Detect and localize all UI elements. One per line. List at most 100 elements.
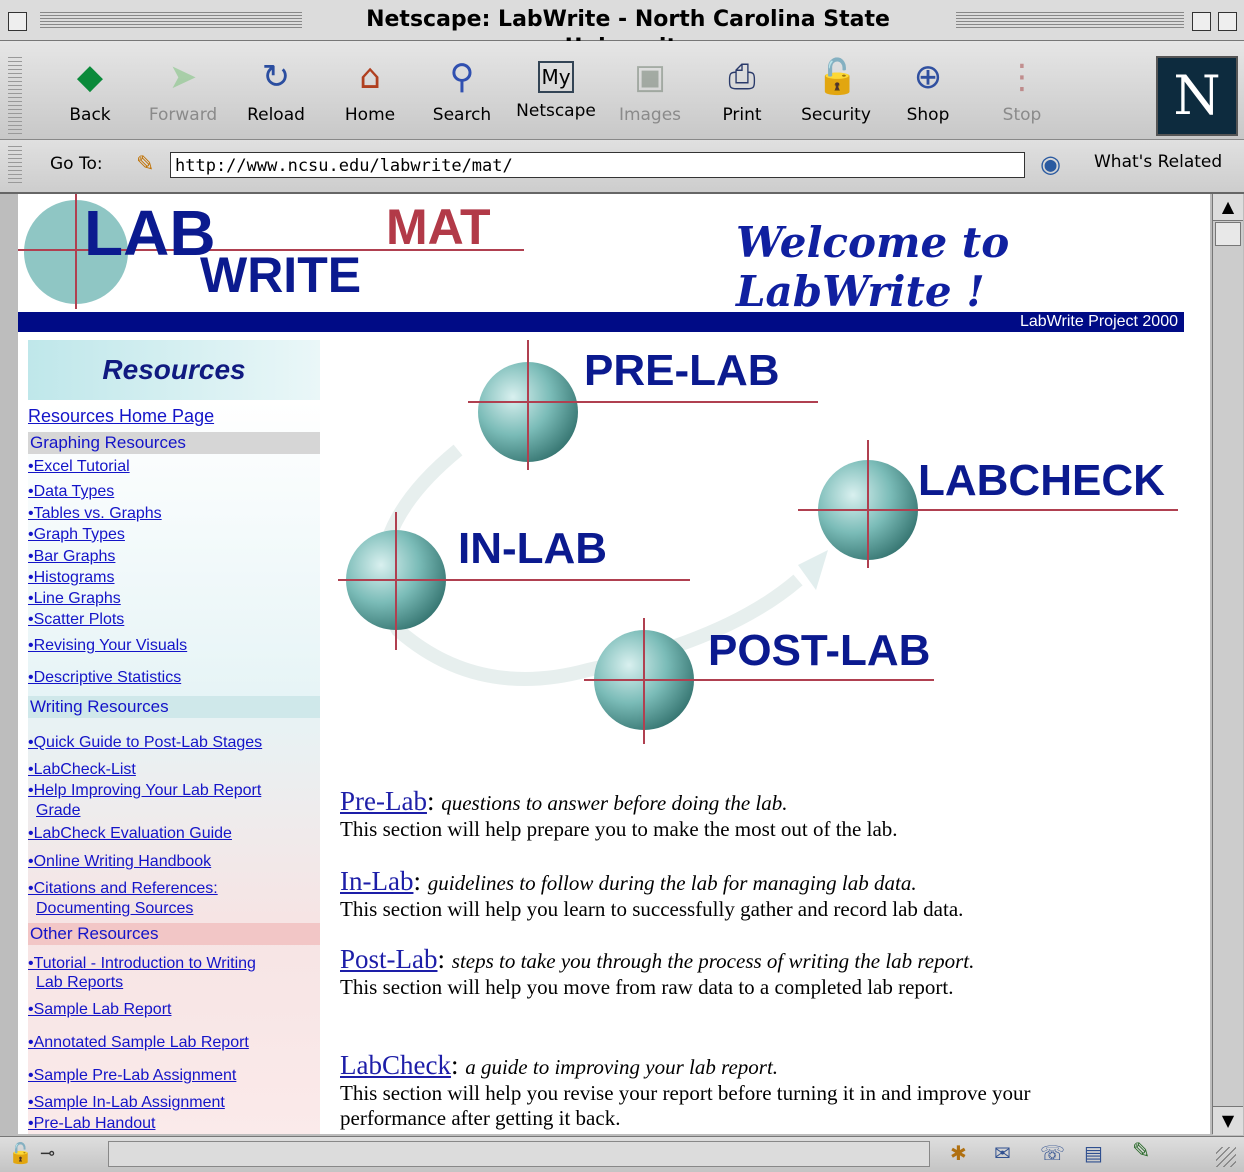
location-bar: Go To: ✎ http://www.ncsu.edu/labwrite/ma… xyxy=(0,140,1244,194)
labcheck-body: This section will help you revise your r… xyxy=(340,1081,1031,1130)
shop-label: Shop xyxy=(906,105,950,125)
resize-grip-icon[interactable] xyxy=(1216,1147,1236,1167)
whats-related-icon[interactable]: ◉ xyxy=(1040,150,1061,178)
sample-inlab-link[interactable]: •Sample In-Lab Assignment xyxy=(28,1094,225,1112)
stop-light-icon: ⋮ xyxy=(1005,57,1039,97)
prelab-diagram-label[interactable]: PRE-LAB xyxy=(584,346,780,396)
histograms-link[interactable]: •Histograms xyxy=(28,569,115,587)
graphing-resources-header[interactable]: Graphing Resources xyxy=(28,432,320,454)
discussions-component-icon[interactable]: ☏ xyxy=(1040,1141,1065,1165)
inlab-link[interactable]: In-Lab xyxy=(340,866,413,896)
composer-component-icon[interactable]: ▤ xyxy=(1084,1141,1103,1165)
my-netscape-button[interactable]: My Netscape xyxy=(514,51,598,135)
help-improving-grade-link-cont[interactable]: Grade xyxy=(36,802,80,820)
writing-resources-header[interactable]: Writing Resources xyxy=(28,696,320,718)
shop-button[interactable]: ⊕ Shop xyxy=(886,51,970,135)
prelab-description: questions to answer before doing the lab… xyxy=(441,791,788,815)
postlab-description: steps to take you through the process of… xyxy=(451,949,975,973)
tutorial-lab-reports-link[interactable]: Lab Reports xyxy=(36,974,123,992)
forward-button[interactable]: ➤ Forward xyxy=(141,51,225,135)
excel-tutorial-link[interactable]: •Excel Tutorial xyxy=(28,458,130,476)
home-button[interactable]: ⌂ Home xyxy=(328,51,412,135)
sample-prelab-link[interactable]: •Sample Pre-Lab Assignment xyxy=(28,1067,236,1085)
quick-guide-link[interactable]: •Quick Guide to Post-Lab Stages xyxy=(28,734,262,752)
resources-title: Resources xyxy=(102,354,246,385)
print-button[interactable]: ⎙ Print xyxy=(700,51,784,135)
netscape-label: Netscape xyxy=(516,101,596,121)
line-graphs-link[interactable]: •Line Graphs xyxy=(28,590,121,608)
other-resources-header[interactable]: Other Resources xyxy=(28,923,320,945)
navigation-toolbar: ◆ Back ➤ Forward ↻ Reload ⌂ Home ⚲ Search My N… xyxy=(0,41,1244,140)
scroll-thumb[interactable] xyxy=(1215,222,1241,246)
security-button[interactable]: 🔓 Security xyxy=(794,51,878,135)
print-label: Print xyxy=(722,105,762,125)
edit-page-icon[interactable]: ✎ xyxy=(1132,1139,1150,1164)
labcheck-diagram-label[interactable]: LABCHECK xyxy=(918,456,1165,506)
resources-home-link[interactable]: Resources Home Page xyxy=(28,406,214,427)
whats-related-button[interactable]: What's Related xyxy=(1094,152,1222,172)
prelab-section: Pre-Lab: questions to answer before doin… xyxy=(340,786,1180,842)
scatter-plots-link[interactable]: •Scatter Plots xyxy=(28,611,124,629)
url-input[interactable]: http://www.ncsu.edu/labwrite/mat/ xyxy=(170,152,1025,178)
labcheck-link[interactable]: LabCheck xyxy=(340,1050,451,1080)
tables-vs-graphs-link[interactable]: •Tables vs. Graphs xyxy=(28,505,162,523)
window-title: Netscape: LabWrite - North Carolina Stat… xyxy=(302,6,954,60)
bar-graphs-link[interactable]: •Bar Graphs xyxy=(28,548,115,566)
lock-icon: 🔓 xyxy=(816,57,859,97)
inlab-diagram-label[interactable]: IN-LAB xyxy=(458,524,607,574)
stop-button[interactable]: ⋮ Stop xyxy=(980,51,1064,135)
back-arrow-icon: ◆ xyxy=(76,57,104,97)
sample-lab-report-link[interactable]: •Sample Lab Report xyxy=(28,1001,171,1019)
location-grip-handle[interactable] xyxy=(8,146,22,186)
labcheck-section: LabCheck: a guide to improving your lab … xyxy=(340,1050,1120,1131)
prelab-handout-link[interactable]: •Pre-Lab Handout xyxy=(28,1115,155,1133)
scroll-up-arrow-icon[interactable]: ▲ xyxy=(1213,194,1243,221)
security-lock-icon[interactable]: 🔓 xyxy=(8,1141,33,1165)
window-title-bar[interactable]: Netscape: LabWrite - North Carolina Stat… xyxy=(0,0,1244,60)
inlab-body: This section will help you learn to succ… xyxy=(340,897,964,921)
navigator-component-icon[interactable]: ✱ xyxy=(950,1141,967,1165)
labcheck-description: a guide to improving your lab report. xyxy=(465,1055,779,1079)
labcheck-evaluation-link[interactable]: •LabCheck Evaluation Guide xyxy=(28,825,232,843)
inlab-section: In-Lab: guidelines to follow during the … xyxy=(340,866,1180,922)
zoom-box-icon[interactable] xyxy=(1192,12,1211,31)
descriptive-statistics-link[interactable]: •Descriptive Statistics xyxy=(28,669,181,687)
collapse-box-icon[interactable] xyxy=(1218,12,1237,31)
search-button[interactable]: ⚲ Search xyxy=(420,51,504,135)
postlab-diagram-label[interactable]: POST-LAB xyxy=(708,626,930,676)
connection-icon: ⊸ xyxy=(40,1143,56,1164)
reload-icon: ↻ xyxy=(261,57,291,97)
documenting-sources-link[interactable]: Documenting Sources xyxy=(36,900,193,918)
back-button[interactable]: ◆ Back xyxy=(48,51,132,135)
tutorial-intro-writing-link[interactable]: •Tutorial - Introduction to Writing xyxy=(28,955,256,973)
online-writing-handbook-link[interactable]: •Online Writing Handbook xyxy=(28,853,211,871)
title-stripes xyxy=(956,10,1184,30)
back-label: Back xyxy=(69,105,111,125)
toolbar-grip-handle[interactable] xyxy=(8,57,22,137)
close-box-icon[interactable] xyxy=(8,12,27,31)
reload-button[interactable]: ↻ Reload xyxy=(234,51,318,135)
netscape-logo[interactable]: N xyxy=(1156,56,1238,136)
scroll-down-arrow-icon[interactable]: ▼ xyxy=(1213,1106,1243,1135)
data-types-link[interactable]: •Data Types xyxy=(28,483,114,501)
logo-write: WRITE xyxy=(200,247,362,303)
mail-component-icon[interactable]: ✉ xyxy=(994,1141,1011,1165)
postlab-link[interactable]: Post-Lab xyxy=(340,944,438,974)
resources-sidebar: Resources Resources Home Page Graphing R… xyxy=(28,340,320,1134)
revising-visuals-link[interactable]: •Revising Your Visuals xyxy=(28,637,187,655)
citations-references-link[interactable]: •Citations and References: xyxy=(28,880,218,898)
vertical-scrollbar[interactable]: ▲ ▼ xyxy=(1212,194,1243,1135)
print-icon: ⎙ xyxy=(728,57,756,97)
labcheck-list-link[interactable]: •LabCheck-List xyxy=(28,761,136,779)
prelab-link[interactable]: Pre-Lab xyxy=(340,786,427,816)
images-button[interactable]: ▣ Images xyxy=(608,51,692,135)
home-label: Home xyxy=(344,105,396,125)
images-label: Images xyxy=(618,105,682,125)
shop-bag-icon: ⊕ xyxy=(913,57,943,97)
annotated-sample-link[interactable]: •Annotated Sample Lab Report xyxy=(28,1034,249,1052)
resources-title-box: Resources xyxy=(28,340,320,400)
status-bar: 🔓 ⊸ ✱ ✉ ☏ ▤ ✎ xyxy=(0,1136,1244,1172)
page-proxy-icon[interactable]: ✎ xyxy=(136,152,154,177)
help-improving-grade-link[interactable]: •Help Improving Your Lab Report xyxy=(28,782,261,800)
graph-types-link[interactable]: •Graph Types xyxy=(28,526,125,544)
